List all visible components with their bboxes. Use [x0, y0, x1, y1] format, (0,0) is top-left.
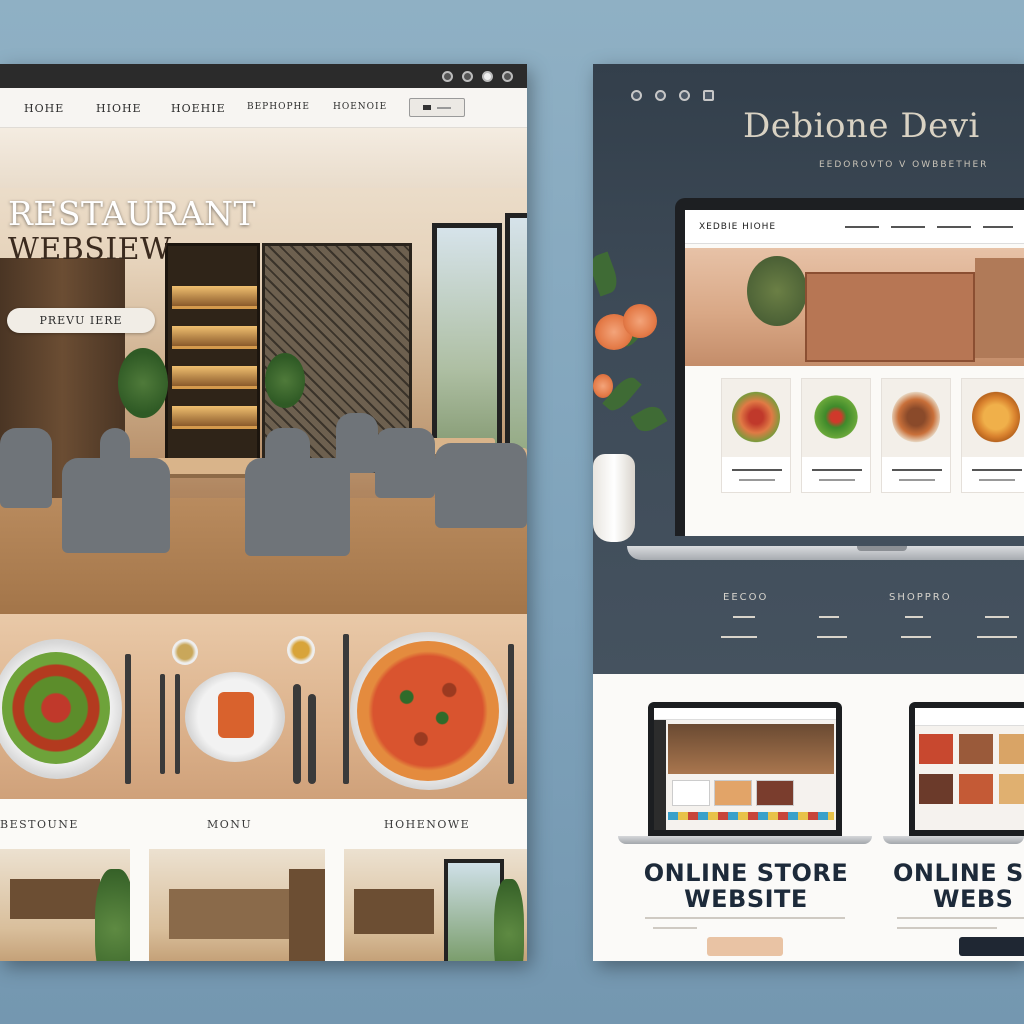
mini-laptop [909, 702, 1024, 836]
shop-link[interactable] [817, 636, 847, 638]
laptop-nav-label[interactable]: XEDBIE HIOHE [699, 222, 776, 232]
window [505, 213, 527, 478]
chair [435, 443, 527, 528]
spoon-icon [308, 694, 316, 784]
mini-laptop-base [618, 836, 872, 844]
shop-link[interactable] [977, 636, 1017, 638]
appetizer-dish [218, 692, 254, 738]
gallery-row [0, 849, 527, 961]
section-label-menu[interactable]: MONU [207, 818, 252, 831]
chair [265, 428, 310, 473]
dish-card[interactable] [961, 378, 1024, 493]
store-title-line-1: ONLINE S [893, 859, 1024, 887]
store-button[interactable] [707, 937, 783, 956]
gallery-card[interactable] [0, 849, 130, 961]
hero-title-line-2: WEBSIEW [8, 232, 172, 267]
store-title-line-2: WEBSITE [684, 885, 808, 913]
laptop-screen: XEDBIE HIOHE [685, 210, 1024, 536]
nav-item-home[interactable]: HOHE [24, 102, 64, 115]
salad-dish [2, 652, 110, 764]
window-control-icon[interactable] [655, 90, 666, 101]
laptop-site-nav: XEDBIE HIOHE [685, 210, 1024, 244]
food-photo-strip [0, 614, 527, 799]
laptop-site-hero [685, 248, 1024, 366]
plant [265, 353, 305, 408]
nav-action-button[interactable] [409, 98, 465, 117]
showcase-title: Debione Devi [743, 106, 980, 146]
preview-button[interactable]: PREVU IERE [7, 308, 155, 333]
chair [336, 413, 378, 473]
dish-card[interactable] [801, 378, 871, 493]
top-navigation: HOHE HIOHE HOEHIE BEPHOPHE HOENOIE [0, 88, 527, 128]
gallery-card[interactable] [149, 849, 325, 961]
hero-ceiling [0, 128, 527, 188]
window-controls [631, 90, 714, 101]
section-label-1[interactable]: BESTOUNE [0, 818, 79, 831]
arrow-icon [423, 105, 431, 110]
chair [375, 428, 435, 498]
section-label-3[interactable]: HOHENOWE [384, 818, 470, 831]
window-control-icon[interactable] [482, 70, 493, 82]
window-control-icon[interactable] [502, 70, 513, 82]
shop-link[interactable] [819, 616, 839, 618]
store-title: ONLINE STORE WEBSITE [621, 860, 871, 912]
sauce-bowl [287, 636, 315, 664]
dish-card[interactable] [721, 378, 791, 493]
vase [593, 454, 635, 542]
showcase-header: Debione Devi EEDOROVTO V OWBBETHER XEDBI… [593, 64, 1024, 674]
hero-title-line-1: RESTAURANT [8, 194, 256, 233]
store-button[interactable] [959, 937, 1024, 956]
window [432, 223, 502, 468]
hero-title: RESTAURANT WEBSIEW [8, 196, 256, 268]
gallery-card[interactable] [344, 849, 527, 961]
window-control-icon[interactable] [462, 70, 473, 82]
knife-icon [125, 654, 131, 784]
shop-link[interactable] [905, 616, 923, 618]
design-showcase-mockup: Debione Devi EEDOROVTO V OWBBETHER XEDBI… [593, 64, 1024, 961]
nav-item-2[interactable]: HIOHE [96, 102, 142, 115]
window-control-icon[interactable] [679, 90, 690, 101]
mini-laptop [648, 702, 842, 836]
window-control-icon[interactable] [631, 90, 642, 101]
knife-icon [343, 634, 349, 784]
chair [100, 428, 130, 468]
spoon-icon [293, 684, 301, 784]
label-line [437, 106, 451, 109]
restaurant-website-mockup: HOHE HIOHE HOEHIE BEPHOPHE HOENOIE RESTA… [0, 64, 527, 961]
shop-link[interactable] [901, 636, 931, 638]
store-title-line-2: WEBS [933, 885, 1014, 913]
shop-link[interactable] [721, 636, 757, 638]
shop-heading-1: EECOO [723, 592, 769, 603]
shop-link[interactable] [733, 616, 755, 618]
laptop-mockup: XEDBIE HIOHE [675, 198, 1024, 536]
store-title: ONLINE S WEBS [893, 860, 1024, 912]
mini-laptop-base [883, 836, 1024, 844]
window-control-icon[interactable] [703, 90, 714, 101]
section-labels: BESTOUNE MONU HOHENOWE [0, 799, 527, 849]
dish-card[interactable] [881, 378, 951, 493]
bar-shelf [165, 243, 260, 473]
showcase-subtitle: EEDOROVTO V OWBBETHER [819, 160, 989, 170]
fork-icon [508, 644, 514, 784]
store-title-line-1: ONLINE STORE [643, 859, 849, 887]
nav-item-5[interactable]: HOENOIE [333, 102, 387, 112]
laptop-base [627, 546, 1024, 560]
fork-icon [160, 674, 165, 774]
plant [118, 348, 168, 418]
nav-item-4[interactable]: BEPHOPHE [247, 102, 310, 112]
store-card[interactable]: ONLINE STORE WEBSITE [593, 674, 883, 961]
nav-item-3[interactable]: HOEHIE [171, 102, 226, 115]
shop-heading-2: SHOPPRO [889, 592, 952, 603]
store-card[interactable]: ONLINE S WEBS [883, 674, 1024, 961]
knife-icon [175, 674, 180, 774]
window-control-icon[interactable] [442, 70, 453, 82]
hero-banner: RESTAURANT WEBSIEW PREVU IERE [0, 128, 527, 614]
chair [62, 458, 170, 553]
shop-link[interactable] [985, 616, 1009, 618]
pizza-dish [357, 641, 499, 781]
window-titlebar [0, 64, 527, 88]
shop-links: EECOO SHOPPRO [593, 584, 1024, 674]
sauce-bowl [172, 639, 198, 665]
chair [0, 428, 52, 508]
